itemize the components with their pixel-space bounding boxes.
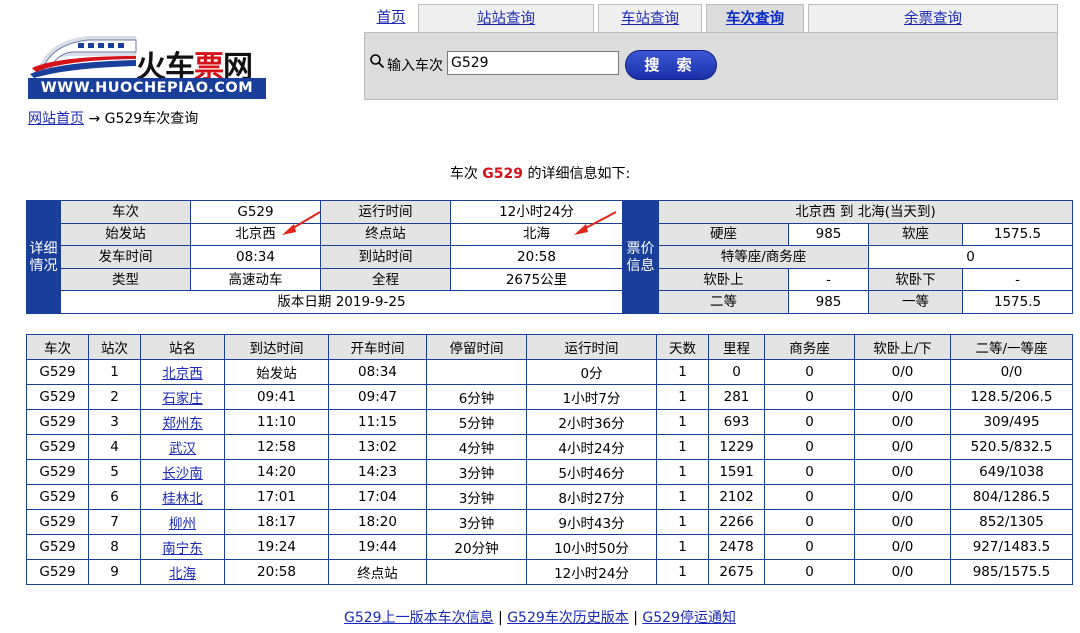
breadcrumb: 网站首页 → G529车次查询 <box>28 108 198 128</box>
tab-remaining-tickets-link[interactable]: 余票查询 <box>904 11 962 27</box>
tab-station-query-link[interactable]: 车站查询 <box>621 11 679 27</box>
page-heading: 车次 G529 的详细信息如下: <box>449 166 631 182</box>
table-row: G529 5 长沙南 14:20 14:23 3分钟 5小时46分 1 1591 0 0/0 649/… <box>26 459 1073 485</box>
station-link[interactable]: 桂林北 <box>162 491 203 507</box>
station-link[interactable]: 南宁东 <box>162 541 203 557</box>
footer-links: G529上一版本车次信息 | G529车次历史版本 | G529停运通知 <box>344 610 736 626</box>
version-date: 版本日期 2019-9-25 <box>60 290 623 314</box>
tab-home[interactable]: 首页 <box>364 4 418 32</box>
heading-train-number: G529 <box>482 166 523 182</box>
train-number-input[interactable] <box>447 51 619 75</box>
details-side-label: 详细情况 <box>26 200 61 314</box>
table-row: G529 9 北海 20:58 终点站 12小时24分 1 2675 0 0/0 985/1575.… <box>26 559 1073 585</box>
annotation-arrow-icon <box>574 211 617 235</box>
tab-remaining-tickets[interactable]: 余票查询 <box>808 4 1058 32</box>
annotation-arrow-icon <box>282 211 321 235</box>
schedule-header-row: 车次 站次 站名 到达时间 开车时间 停留时间 运行时间 天数 里程 商务座 软… <box>26 334 1073 360</box>
train-info-table: 详细情况 车次 G529 运行时间 12小时24分 票价信息 北京西 到 北海(… <box>26 200 1073 314</box>
main-nav: 首页 站站查询 车站查询 车次查询 余票查询 <box>364 4 1058 32</box>
breadcrumb-current: G529车次查询 <box>104 111 199 127</box>
tab-train-query-link[interactable]: 车次查询 <box>726 11 784 27</box>
table-row: G529 4 武汉 12:58 13:02 4分钟 4小时24分 1 1229 0 0/0 520.5… <box>26 434 1073 460</box>
search-label: 输入车次 <box>387 58 443 74</box>
price-side-label: 票价信息 <box>622 200 659 314</box>
station-link[interactable]: 北京西 <box>162 366 203 382</box>
station-link[interactable]: 长沙南 <box>162 466 203 482</box>
breadcrumb-home-link[interactable]: 网站首页 <box>28 111 84 127</box>
suspension-notice-link[interactable]: G529停运通知 <box>642 610 736 626</box>
previous-version-link[interactable]: G529上一版本车次信息 <box>344 610 494 626</box>
route-summary: 北京西 到 北海(当天到) <box>658 200 1073 224</box>
station-link[interactable]: 柳州 <box>169 516 196 532</box>
search-button[interactable]: 搜 索 <box>625 50 717 80</box>
table-row: G529 2 石家庄 09:41 09:47 6分钟 1小时7分 1 281 0 0/0 128.5/… <box>26 384 1073 410</box>
table-row: G529 1 北京西 始发站 08:34 0分 1 0 0 0/0 0/0 <box>26 359 1073 385</box>
station-link[interactable]: 石家庄 <box>162 391 203 407</box>
breadcrumb-arrow: → <box>88 111 101 127</box>
search-panel: 输入车次 搜 索 <box>364 32 1058 100</box>
station-link[interactable]: 北海 <box>169 566 196 582</box>
search-icon <box>370 54 385 69</box>
train-logo-icon <box>30 36 137 78</box>
tab-station-to-station-link[interactable]: 站站查询 <box>477 11 535 27</box>
station-link[interactable]: 郑州东 <box>162 416 203 432</box>
tab-train-query[interactable]: 车次查询 <box>706 4 804 32</box>
tab-home-link[interactable]: 首页 <box>377 10 406 26</box>
station-link[interactable]: 武汉 <box>169 441 196 457</box>
tab-station-query[interactable]: 车站查询 <box>598 4 702 32</box>
table-row: G529 3 郑州东 11:10 11:15 5分钟 2小时36分 1 693 0 0/0 309/4… <box>26 409 1073 435</box>
table-row: G529 8 南宁东 19:24 19:44 20分钟 10小时50分 1 2478 0 0/0 92… <box>26 534 1073 560</box>
logo-url: WWW.HUOCHEPIAO.COM <box>28 78 266 99</box>
tab-station-to-station[interactable]: 站站查询 <box>418 4 594 32</box>
schedule-table: 车次 站次 站名 到达时间 开车时间 停留时间 运行时间 天数 里程 商务座 软… <box>26 334 1073 585</box>
history-versions-link[interactable]: G529车次历史版本 <box>507 610 629 626</box>
table-row: G529 6 桂林北 17:01 17:04 3分钟 8小时27分 1 2102 0 0/0 804/… <box>26 484 1073 510</box>
table-row: G529 7 柳州 18:17 18:20 3分钟 9小时43分 1 2266 0 0/0 852/1… <box>26 509 1073 535</box>
site-logo[interactable]: 火车票网 WWW.HUOCHEPIAO.COM <box>28 22 268 102</box>
